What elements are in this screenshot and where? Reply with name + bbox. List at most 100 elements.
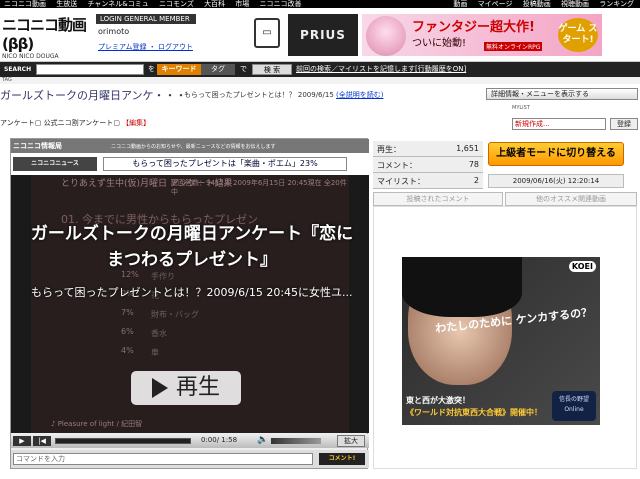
nav-item[interactable]: 動画 (453, 0, 467, 8)
stat-value: 1,651 (456, 144, 479, 153)
ad-footer: 東と西が大激突！ (406, 396, 470, 405)
time-display: 0:00/ 1:58 (201, 436, 238, 444)
nav-item[interactable]: マイページ (478, 0, 513, 8)
nav-item[interactable]: 投稿動画 (523, 0, 551, 8)
nav-item[interactable]: ニコモンズ (159, 0, 194, 8)
search-button[interactable]: 検 索 (252, 64, 292, 75)
logo-sub: NICO NICO DOUGA (2, 53, 59, 60)
tab-related[interactable]: 他のオススメ関連動画 (505, 192, 637, 206)
banner-title: ファンタジー超大作! (412, 20, 535, 35)
overlay-subtitle: もらって困ったプレゼントとは！？2009/6/15 20:45に女性ユ... (31, 286, 353, 299)
nav-item[interactable]: ランキング (599, 0, 634, 8)
search-bar: SEARCH を キーワード タグ で 検 索 前回の検索／マイリストを記憶しま… (0, 62, 640, 77)
edit-tags-link[interactable]: 【編集】 (122, 119, 150, 127)
info-header: ニコニコ情報局 ニコニコ動画からのお知らせや、最新ニュースなどの情報をお伝えしま… (11, 139, 369, 153)
ad-character-hair (402, 257, 522, 317)
koei-logo: KOEI (568, 261, 596, 272)
ad-brand-logo: 信長の野望 Online (552, 391, 596, 421)
tv-mascot-icon[interactable]: ▭ (254, 18, 280, 48)
search-particle: を (148, 65, 155, 73)
nav-item[interactable]: チャンネル&コミュ (87, 0, 148, 8)
stat-row: 再生： 1,651 (373, 141, 483, 157)
tab-comments[interactable]: 投稿されたコメント (373, 192, 503, 206)
prius-ad[interactable]: PRIUS (288, 14, 358, 56)
stat-row: コメント： 78 (373, 157, 483, 173)
game-banner-ad[interactable]: ファンタジー超大作! ついに始動! 無料オンラインRPG ゲーム スタート! (362, 14, 602, 56)
info-logo: ニコニコ情報局 (13, 142, 62, 150)
mylist-select[interactable]: 新規作成... (512, 118, 606, 130)
keyword-tab[interactable]: キーワード (157, 64, 201, 75)
search-particle: で (240, 65, 247, 73)
site-logo[interactable]: ニコニコ動画(ββ) NICO NICO DOUGA (2, 14, 94, 60)
mylist-label: MYLIST (512, 105, 530, 111)
rewind-icon[interactable]: |◀ (33, 436, 51, 446)
nav-item[interactable]: 生放送 (56, 0, 77, 8)
stat-label: 再生： (377, 145, 401, 154)
tag-link[interactable]: 公式ニコ割アンケート (44, 119, 114, 127)
nav-item[interactable]: ニコニコ改善 (260, 0, 302, 8)
search-input[interactable] (36, 64, 144, 75)
video-title: ガールズトークの月曜日アンケ・・・ (0, 89, 187, 102)
banner-character-image (366, 16, 406, 56)
username: orimoto (98, 27, 130, 36)
stat-value: 2 (473, 176, 479, 185)
tag-bar: TAG (0, 77, 640, 84)
comment-row: コマンドを入力 コメント! (11, 450, 369, 468)
banner-tag: 無料オンラインRPG (484, 42, 543, 51)
stat-label: コメント： (377, 161, 417, 170)
info-text: ニコニコ動画からのお知らせや、最新ニュースなどの情報をお伝えします (111, 144, 276, 150)
nav-item[interactable]: ニコニコ動画 (4, 0, 46, 8)
news-label: ニコニコニュース (13, 157, 97, 171)
search-history-link[interactable]: 前回の検索／マイリストを記憶します[行動履歴をON] (296, 62, 466, 77)
nav-item[interactable]: 視聴動画 (561, 0, 589, 8)
comment-submit-button[interactable]: コメント! (319, 453, 365, 465)
zoom-button[interactable]: 拡大 (337, 435, 365, 447)
frame-pct: 7% (121, 308, 134, 317)
upload-date: 2009/06/16(火) 12:20:14 (488, 174, 624, 188)
frame-pct: 6% (121, 327, 134, 336)
search-label: SEARCH (4, 66, 32, 73)
premium-link[interactable]: プレミアム登録 (98, 43, 147, 51)
detail-menu-button[interactable]: 詳細情報・メニューを表示する (486, 88, 638, 100)
tag-tab[interactable]: タグ (201, 64, 235, 75)
nav-item[interactable]: 市場 (235, 0, 249, 8)
full-description-link[interactable]: (全説明を読む) (336, 91, 383, 99)
login-badge: LOGIN GENERAL MEMBER (96, 14, 196, 24)
stat-label: マイリスト： (377, 177, 425, 186)
logo-text: ニコニコ動画(ββ) (2, 16, 87, 53)
play-control-icon[interactable]: ▶ (13, 436, 31, 446)
subtitle-text: もらって困ったプレゼントとは！？ 2009/6/15 (184, 91, 334, 99)
banner-sub: ついに始動! (412, 38, 467, 49)
video-player: ニコニコ情報局 ニコニコ動画からのお知らせや、最新ニュースなどの情報をお伝えしま… (10, 138, 369, 469)
side-ad-area: KOEI わたしのために ケンカするの？ 東と西が大激突！ 《ワールド対抗東西大… (373, 206, 637, 469)
top-nav-bar: ニコニコ動画 生放送 チャンネル&コミュ ニコモンズ 大百科 市場 ニコニコ改善… (0, 0, 640, 8)
stat-value: 78 (468, 160, 479, 169)
volume-slider[interactable] (271, 438, 321, 444)
game-ad[interactable]: KOEI わたしのために ケンカするの？ 東と西が大激突！ 《ワールド対抗東西大… (402, 257, 600, 425)
tag-bar-label: TAG (2, 77, 12, 83)
command-input[interactable]: コマンドを入力 (13, 453, 313, 465)
frame-percentages: 12% 9% 7% 6% 4% (121, 265, 139, 360)
frame-subheading: 総回答数：9412人 2009年6月15日 20:45現在 全20件中 (171, 179, 347, 196)
frame-answer: 財布・バッグ (151, 310, 199, 319)
frame-answer: 香水 (151, 329, 167, 338)
overlay-title: ガールズトークの月曜日アンケート『恋にまつわるプレゼント』 (30, 224, 354, 270)
tag-link[interactable]: アンケート (0, 119, 35, 127)
video-screen[interactable]: とりあえず生中(仮)月曜日 アンケート結果 総回答数：9412人 2009年6月… (11, 175, 369, 433)
play-label: 再生 (175, 375, 220, 400)
frame-song: ♪ Pleasure of light / 紀田智 (51, 420, 143, 428)
player-controls: ▶ |◀ 0:00/ 1:58 🔈 拡大 (11, 434, 369, 448)
logout-link[interactable]: ログアウト (158, 43, 193, 51)
upper-mode-button[interactable]: 上級者モードに切り替える (488, 142, 624, 166)
banner-start-button[interactable]: ゲーム スタート! (558, 18, 598, 52)
frame-answers: 手作り 花 財布・バッグ 香水 車 (151, 267, 199, 362)
seek-bar[interactable] (55, 438, 191, 444)
video-subtitle: もらって困ったプレゼントとは！？ 2009/6/15 (全説明を読む) (184, 90, 383, 100)
mylist-register-button[interactable]: 登録 (610, 118, 638, 130)
tag-list: アンケート▢ 公式ニコ割アンケート▢ 【編集】 (0, 119, 151, 127)
play-button[interactable]: 再生 (131, 371, 241, 405)
news-ticker[interactable]: もらって困ったプレゼントは「楽曲・ポエム」23% (103, 157, 347, 171)
frame-pct: 4% (121, 346, 134, 355)
nav-item[interactable]: 大百科 (204, 0, 225, 8)
volume-icon[interactable]: 🔈 (257, 435, 268, 445)
